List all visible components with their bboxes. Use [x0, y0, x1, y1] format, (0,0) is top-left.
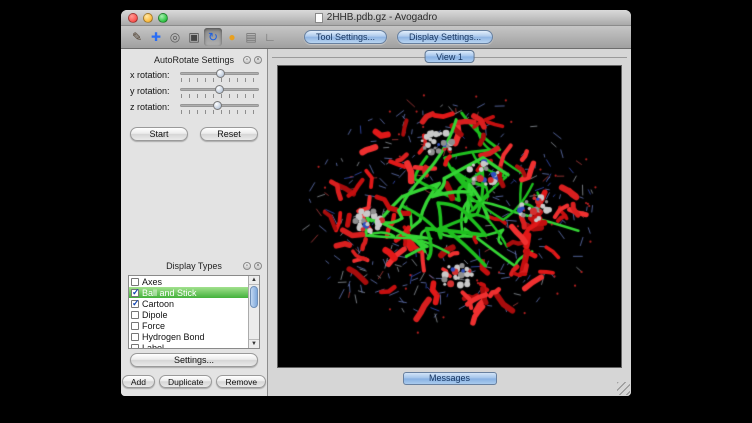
window-title: 2HHB.pdb.gz - Avogadro — [121, 10, 631, 25]
close-window-button[interactable] — [128, 13, 138, 23]
display-types-scrollbar[interactable]: ▲ ▼ — [248, 276, 259, 348]
autorotate-panel-header: AutoRotate Settings ▫ × — [121, 53, 267, 67]
ball-and-stick-checkbox[interactable] — [131, 289, 139, 297]
display-type-label: Dipole — [142, 310, 168, 320]
label-checkbox[interactable] — [131, 344, 139, 350]
start-button[interactable]: Start — [130, 127, 188, 141]
slider-ticks — [181, 110, 259, 114]
zoom-window-button[interactable] — [158, 13, 168, 23]
reset-button[interactable]: Reset — [200, 127, 258, 141]
display-types-buttons: Add Duplicate Remove — [121, 375, 267, 388]
measure-tool-icon[interactable]: ▤ — [242, 28, 260, 46]
window-content: AutoRotate Settings ▫ × x rotation: — [121, 49, 631, 396]
scrollbar-thumb[interactable] — [250, 286, 258, 308]
main-area: View 1 Messages — [268, 49, 631, 396]
force-checkbox[interactable] — [131, 322, 139, 330]
display-type-label: Label — [142, 343, 164, 350]
draw-tool-icon[interactable]: ✎ — [128, 28, 146, 46]
settings-button[interactable]: Settings... — [130, 353, 258, 367]
autorotate-panel-title: AutoRotate Settings — [154, 55, 234, 65]
dock-header-buttons: ▫ × — [243, 262, 262, 270]
dock-close-icon[interactable]: × — [254, 262, 262, 270]
dock-header-buttons: ▫ × — [243, 56, 262, 64]
tab-view-1[interactable]: View 1 — [424, 50, 475, 63]
display-type-label: Cartoon — [142, 299, 174, 309]
duplicate-button[interactable]: Duplicate — [159, 375, 212, 388]
display-type-label: Hydrogen Bond — [142, 332, 205, 342]
left-dock: AutoRotate Settings ▫ × x rotation: — [121, 49, 268, 396]
display-type-row-ball-and-stick[interactable]: Ball and Stick — [129, 287, 248, 298]
avogadro-window: 2HHB.pdb.gz - Avogadro ✎ ✚ ◎ ▣ ↻ ● ▤ ∟ T… — [121, 10, 631, 396]
z-rotation-row: z rotation: — [121, 99, 267, 115]
display-type-row-cartoon[interactable]: Cartoon — [129, 298, 248, 309]
toolbar: ✎ ✚ ◎ ▣ ↻ ● ▤ ∟ Tool Settings... Display… — [121, 26, 631, 49]
x-rotation-label: x rotation: — [130, 70, 176, 80]
zoom-tool-icon[interactable]: ◎ — [166, 28, 184, 46]
axes-checkbox[interactable] — [131, 278, 139, 286]
display-type-label: Ball and Stick — [142, 288, 197, 298]
scroll-up-icon[interactable]: ▲ — [249, 276, 259, 285]
navigate-tool-icon[interactable]: ✚ — [147, 28, 165, 46]
dock-close-icon[interactable]: × — [254, 56, 262, 64]
display-types-rows: Axes Ball and Stick Cartoon Dipole — [129, 276, 248, 348]
x-rotation-slider-thumb[interactable] — [216, 69, 225, 78]
resize-grip[interactable] — [617, 382, 630, 395]
traffic-lights — [128, 13, 168, 23]
dock-float-icon[interactable]: ▫ — [243, 262, 251, 270]
molecule-canvas[interactable] — [278, 66, 620, 367]
autorotate-buttons: Start Reset — [121, 127, 267, 141]
align-tool-icon[interactable]: ∟ — [261, 28, 279, 46]
display-type-row-label[interactable]: Label — [129, 342, 248, 349]
messages-row: Messages — [268, 368, 631, 388]
z-rotation-slider[interactable] — [180, 100, 259, 115]
slider-ticks — [181, 94, 259, 98]
document-proxy-icon[interactable] — [315, 13, 323, 23]
display-settings-button[interactable]: Display Settings... — [397, 30, 493, 44]
z-rotation-slider-thumb[interactable] — [213, 101, 222, 110]
display-type-row-dipole[interactable]: Dipole — [129, 309, 248, 320]
scroll-down-icon[interactable]: ▼ — [249, 339, 259, 348]
z-rotation-label: z rotation: — [130, 102, 176, 112]
view-tab-bar: View 1 — [268, 50, 631, 64]
tool-settings-button[interactable]: Tool Settings... — [304, 30, 387, 44]
hydrogen-bond-checkbox[interactable] — [131, 333, 139, 341]
display-type-label: Force — [142, 321, 165, 331]
y-rotation-label: y rotation: — [130, 86, 176, 96]
display-types-panel-title: Display Types — [166, 261, 222, 271]
display-types-panel: Display Types ▫ × Axes Ball — [121, 259, 267, 388]
auto-rotate-tool-icon[interactable]: ↻ — [204, 28, 222, 46]
display-type-row-hydrogen-bond[interactable]: Hydrogen Bond — [129, 331, 248, 342]
remove-button[interactable]: Remove — [216, 375, 266, 388]
messages-button[interactable]: Messages — [403, 372, 497, 385]
y-rotation-row: y rotation: — [121, 83, 267, 99]
x-rotation-slider[interactable] — [180, 68, 259, 83]
auto-optimize-tool-icon[interactable]: ● — [223, 28, 241, 46]
cartoon-checkbox[interactable] — [131, 300, 139, 308]
x-rotation-row: x rotation: — [121, 67, 267, 83]
minimize-window-button[interactable] — [143, 13, 153, 23]
display-type-row-axes[interactable]: Axes — [129, 276, 248, 287]
title-bar[interactable]: 2HHB.pdb.gz - Avogadro — [121, 10, 631, 26]
autorotate-settings-panel: AutoRotate Settings ▫ × x rotation: — [121, 53, 267, 141]
display-types-panel-header: Display Types ▫ × — [121, 259, 267, 273]
add-button[interactable]: Add — [122, 375, 155, 388]
y-rotation-slider[interactable] — [180, 84, 259, 99]
display-types-list: Axes Ball and Stick Cartoon Dipole — [128, 275, 260, 349]
select-tool-icon[interactable]: ▣ — [185, 28, 203, 46]
y-rotation-slider-thumb[interactable] — [215, 85, 224, 94]
window-title-text: 2HHB.pdb.gz - Avogadro — [327, 12, 437, 23]
display-type-row-force[interactable]: Force — [129, 320, 248, 331]
display-type-label: Axes — [142, 277, 162, 287]
dock-float-icon[interactable]: ▫ — [243, 56, 251, 64]
slider-ticks — [181, 78, 259, 82]
gl-viewport[interactable] — [277, 65, 622, 368]
dipole-checkbox[interactable] — [131, 311, 139, 319]
